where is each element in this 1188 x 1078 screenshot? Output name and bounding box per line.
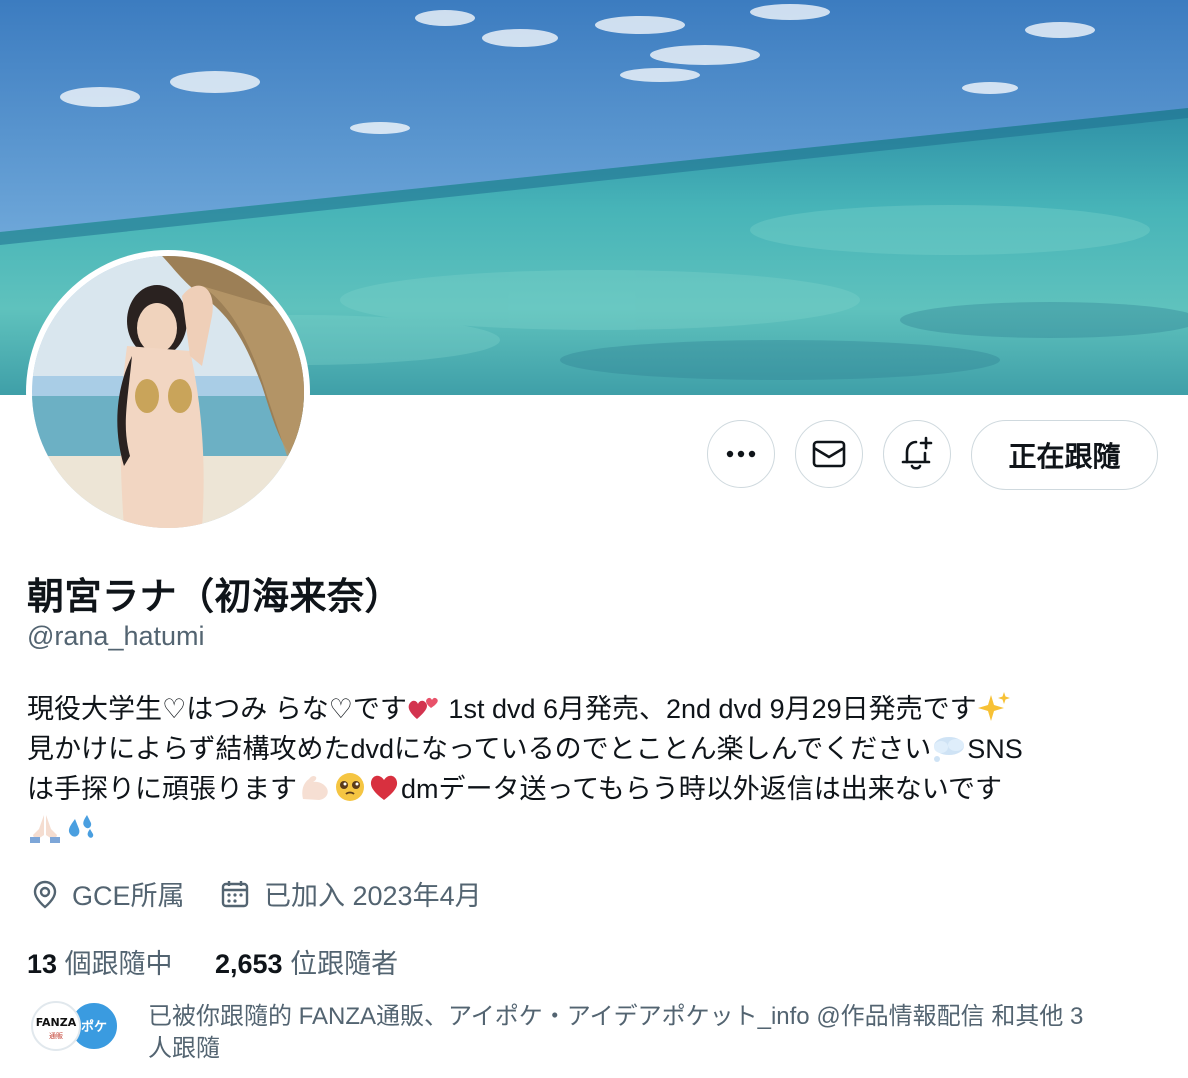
followers-count: 2,653	[215, 949, 283, 979]
join-date: 已加入 2023年4月	[220, 874, 482, 913]
message-button[interactable]	[795, 420, 863, 488]
red-heart-emoji-icon	[370, 775, 398, 800]
follower-avatar-text: ポケ	[81, 1019, 107, 1035]
bio-text: 見かけによらず結構攻めたdvdになっているのでとことん楽しんでください	[27, 734, 932, 764]
followed-by-line: 已被你跟隨的 FANZA通販、アイポケ・アイデアポケット_info @作品情報配…	[148, 1003, 1084, 1030]
avatar-photo	[32, 256, 304, 528]
following-link[interactable]: 13 個跟隨中	[27, 942, 173, 981]
followed-by-line: 人跟隨	[148, 1035, 220, 1062]
notifications-button[interactable]	[883, 420, 951, 488]
bio-text: は手探りに頑張ります	[27, 774, 297, 804]
following-count: 13	[27, 949, 58, 979]
follower-avatar-text: FANZA	[36, 1016, 77, 1029]
thought-balloon-emoji-icon	[934, 737, 965, 762]
following-button-label: 正在跟隨	[1008, 441, 1121, 472]
two-hearts-emoji-icon	[408, 697, 438, 719]
following-label: 個跟隨中	[64, 949, 173, 979]
flexed-biceps-emoji-icon	[302, 775, 328, 800]
profile-bio: 現役大学生♡はつみ らな♡です 1st dvd 6月発売、2nd dvd 9月2…	[27, 689, 1167, 849]
sparkles-emoji-icon	[977, 692, 1010, 721]
profile-avatar[interactable]	[26, 250, 310, 534]
folded-hands-emoji-icon	[30, 815, 60, 843]
following-button[interactable]: 正在跟隨	[971, 420, 1158, 490]
display-name: 朝宮ラナ（初海来奈）	[27, 576, 402, 617]
sweat-droplets-emoji-icon	[68, 815, 94, 838]
join-date-text: 已加入 2023年4月	[264, 881, 482, 911]
calendar-icon	[221, 880, 249, 907]
pleading-face-emoji-icon	[336, 773, 364, 801]
follower-avatar-subtext: 通販	[49, 1031, 63, 1040]
bio-text: 1st dvd 6月発売、2nd dvd 9月29日発売です	[440, 694, 977, 724]
follower-avatar-group: ポケ FANZA 通販	[31, 1001, 119, 1051]
more-button[interactable]	[707, 420, 775, 488]
user-handle: @rana_hatumi	[27, 621, 205, 651]
more-horizontal-icon	[726, 450, 756, 458]
followers-label: 位跟隨者	[290, 949, 399, 979]
bell-plus-icon	[901, 436, 933, 470]
followed-by-avatars[interactable]: ポケ FANZA 通販	[30, 1000, 120, 1052]
bio-text: dmデータ送ってもらう時以外返信は出来ないです	[401, 774, 1002, 804]
bio-text: SNS	[967, 734, 1023, 764]
location: GCE所属	[30, 874, 185, 913]
followers-link[interactable]: 2,653 位跟隨者	[215, 942, 398, 981]
bio-text: 現役大学生♡はつみ らな♡です	[27, 694, 407, 724]
location-text: GCE所属	[72, 881, 185, 911]
location-pin-icon	[33, 880, 57, 909]
followed-by-text[interactable]: 已被你跟隨的 FANZA通販、アイポケ・アイデアポケット_info @作品情報配…	[148, 1001, 1168, 1065]
envelope-icon	[812, 440, 846, 468]
